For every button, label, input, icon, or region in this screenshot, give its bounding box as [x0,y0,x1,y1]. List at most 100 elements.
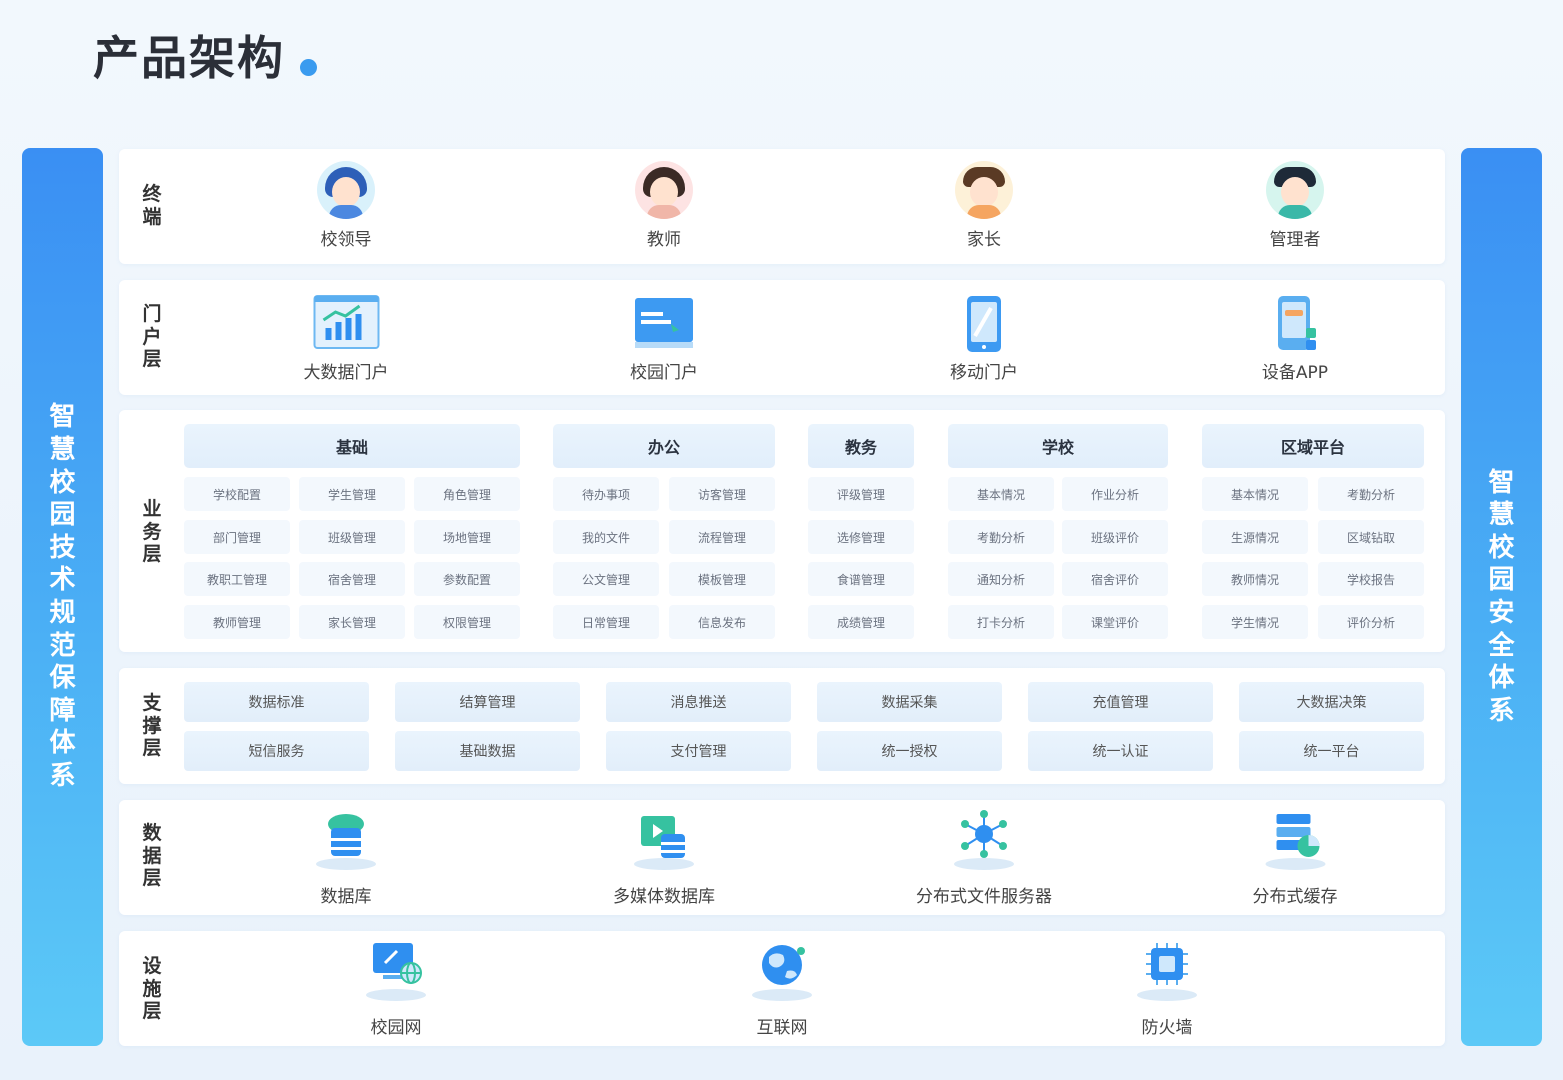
business-cell[interactable]: 评级管理 [808,477,914,511]
business-cell[interactable]: 通知分析 [948,562,1054,596]
business-cell[interactable]: 学生情况 [1202,605,1308,639]
campus-network-computer-icon [359,939,433,1003]
support-cell[interactable]: 数据标准 [184,682,369,722]
support-layer-label: 支撑层 [142,692,162,760]
portal-item-label: 设备APP [1261,363,1329,383]
business-cell[interactable]: 基本情况 [948,477,1054,511]
infra-item-label: 校园网 [370,1018,422,1038]
business-cell[interactable]: 学校配置 [184,477,290,511]
data-item-multimedia[interactable]: 多媒体数据库 [613,808,715,907]
data-item-fileserver[interactable]: 分布式文件服务器 [916,808,1052,907]
infra-item-internet[interactable]: 互联网 [745,939,819,1038]
business-cell[interactable]: 考勤分析 [948,520,1054,554]
group-header-region[interactable]: 区域平台 [1202,424,1424,468]
business-cell[interactable]: 打卡分析 [948,605,1054,639]
portal-item-bigdata[interactable]: 大数据门户 [304,294,389,383]
cache-server-icon [1258,808,1332,872]
business-cell[interactable]: 评价分析 [1318,605,1424,639]
business-cell[interactable]: 作业分析 [1062,477,1168,511]
bar-chart-dashboard-icon [309,294,383,358]
portal-item-mobile[interactable]: 移动门户 [947,294,1021,383]
business-cell[interactable]: 宿舍评价 [1062,562,1168,596]
monitor-icon [627,294,701,358]
group-header-office[interactable]: 办公 [553,424,775,468]
business-cell[interactable]: 成绩管理 [808,605,914,639]
portal-layer: 门户层 大数据门户 校园门户 移动门户 设备APP [119,280,1445,395]
support-cell[interactable]: 支付管理 [606,731,791,771]
business-cell[interactable]: 待办事项 [553,477,659,511]
portal-layer-label: 门户层 [142,303,162,371]
parent-avatar-icon [955,161,1013,219]
business-cell[interactable]: 流程管理 [669,520,775,554]
business-cell[interactable]: 区域钻取 [1318,520,1424,554]
page-title: 产品架构 [93,31,285,85]
terminal-item-admin[interactable]: 管理者 [1266,161,1324,250]
business-cell[interactable]: 教职工管理 [184,562,290,596]
data-layer-label: 数据层 [142,822,162,890]
business-cell[interactable]: 信息发布 [669,605,775,639]
support-cell[interactable]: 统一认证 [1028,731,1213,771]
data-item-database[interactable]: 数据库 [309,808,383,907]
business-cell[interactable]: 班级管理 [299,520,405,554]
support-cell[interactable]: 充值管理 [1028,682,1213,722]
portal-item-label: 校园门户 [630,363,698,383]
support-cell[interactable]: 数据采集 [817,682,1002,722]
database-cloud-icon [309,808,383,872]
infra-item-firewall[interactable]: 防火墙 [1130,939,1204,1038]
data-item-cache[interactable]: 分布式缓存 [1253,808,1338,907]
business-cell[interactable]: 权限管理 [414,605,520,639]
support-layer: 支撑层 数据标准 结算管理 消息推送 数据采集 充值管理 大数据决策 短信服务 … [119,668,1445,784]
business-cell[interactable]: 食谱管理 [808,562,914,596]
terminal-item-parent[interactable]: 家长 [955,161,1013,250]
infra-layer: 设施层 校园网 互联网 防火墙 [119,931,1445,1046]
business-cell[interactable]: 访客管理 [669,477,775,511]
support-cell[interactable]: 统一授权 [817,731,1002,771]
terminal-item-label: 管理者 [1269,230,1321,250]
business-cell[interactable]: 参数配置 [414,562,520,596]
business-cell[interactable]: 生源情况 [1202,520,1308,554]
group-header-school[interactable]: 学校 [948,424,1168,468]
firewall-chip-icon [1130,939,1204,1003]
business-cell[interactable]: 模板管理 [669,562,775,596]
group-header-basic[interactable]: 基础 [184,424,520,468]
data-item-label: 数据库 [320,887,372,907]
business-cell[interactable]: 学校报告 [1318,562,1424,596]
support-cell[interactable]: 统一平台 [1239,731,1424,771]
data-item-label: 分布式文件服务器 [916,887,1052,907]
group-header-academic[interactable]: 教务 [808,424,914,468]
business-cell[interactable]: 角色管理 [414,477,520,511]
support-cell[interactable]: 结算管理 [395,682,580,722]
support-cell[interactable]: 基础数据 [395,731,580,771]
business-cell[interactable]: 公文管理 [553,562,659,596]
business-cell[interactable]: 课堂评价 [1062,605,1168,639]
portal-item-device[interactable]: 设备APP [1258,294,1332,383]
business-cell[interactable]: 部门管理 [184,520,290,554]
female-teacher-avatar-icon [635,161,693,219]
admin-avatar-icon [1266,161,1324,219]
support-cell[interactable]: 消息推送 [606,682,791,722]
business-cell[interactable]: 场地管理 [414,520,520,554]
terminal-item-leader[interactable]: 校领导 [317,161,375,250]
infra-item-campus-network[interactable]: 校园网 [359,939,433,1038]
network-node-icon [947,808,1021,872]
business-cell[interactable]: 学生管理 [299,477,405,511]
business-cell[interactable]: 日常管理 [553,605,659,639]
female-leader-avatar-icon [317,161,375,219]
infra-layer-label: 设施层 [142,955,162,1023]
right-pillar-text: 智慧校园安全体系 [1488,467,1515,726]
support-cell[interactable]: 短信服务 [184,731,369,771]
business-cell[interactable]: 选修管理 [808,520,914,554]
infra-item-label: 防火墙 [1141,1018,1193,1038]
business-cell[interactable]: 家长管理 [299,605,405,639]
business-cell[interactable]: 基本情况 [1202,477,1308,511]
business-cell[interactable]: 宿舍管理 [299,562,405,596]
business-cell[interactable]: 班级评价 [1062,520,1168,554]
business-cell[interactable]: 我的文件 [553,520,659,554]
title-dot [300,59,317,76]
business-cell[interactable]: 考勤分析 [1318,477,1424,511]
business-cell[interactable]: 教师管理 [184,605,290,639]
business-cell[interactable]: 教师情况 [1202,562,1308,596]
support-cell[interactable]: 大数据决策 [1239,682,1424,722]
portal-item-campus[interactable]: 校园门户 [627,294,701,383]
terminal-item-teacher[interactable]: 教师 [635,161,693,250]
